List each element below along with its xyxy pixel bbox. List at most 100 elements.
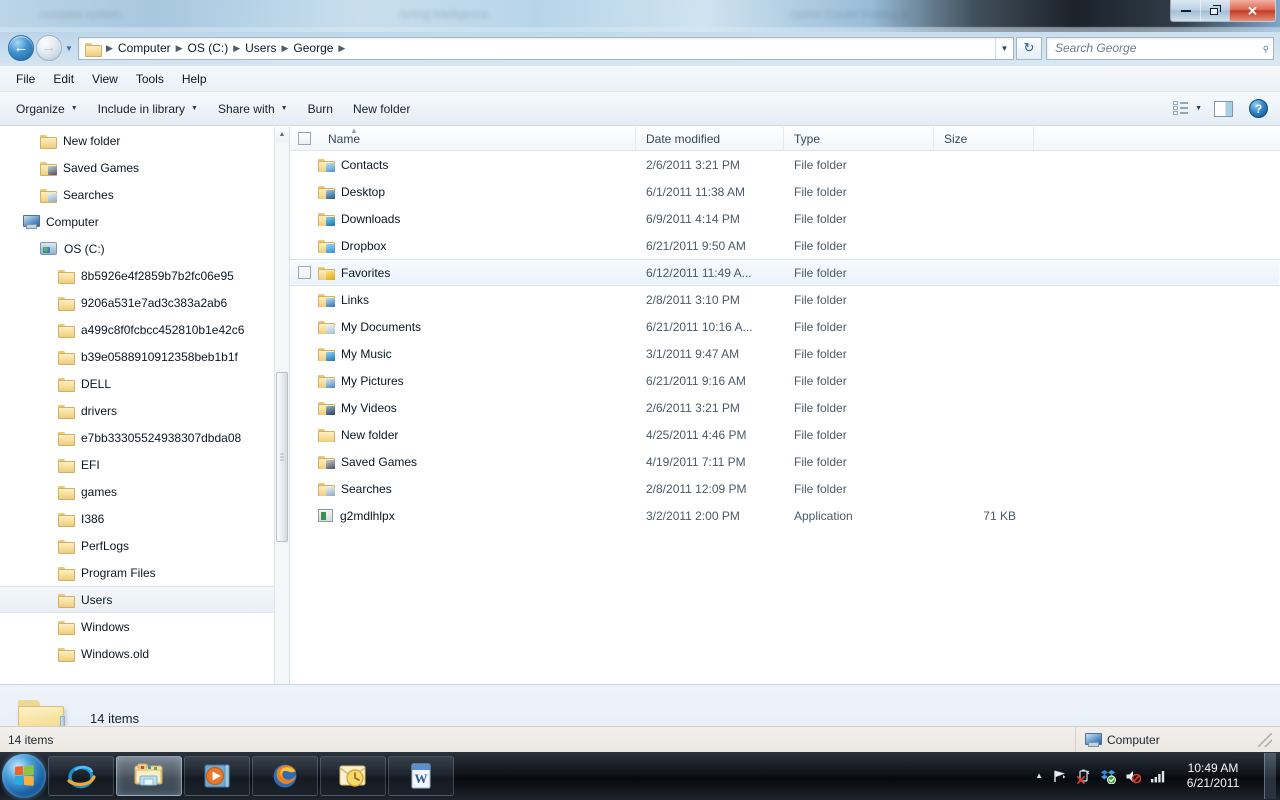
table-row[interactable]: My Documents6/21/2011 10:16 A...File fol… xyxy=(290,313,1280,340)
nav-item-efi[interactable]: EFI xyxy=(0,451,276,478)
nav-item-drivers[interactable]: drivers xyxy=(0,397,276,424)
nav-item-i386[interactable]: I386 xyxy=(0,505,276,532)
address-dropdown-icon[interactable]: ▼ xyxy=(995,38,1013,59)
folder-overlay-badge xyxy=(326,379,335,388)
navigation-scrollbar[interactable]: ▲ ▼ xyxy=(274,127,289,723)
nav-item-label: e7bb33305524938307dbda08 xyxy=(81,431,241,445)
forward-button[interactable]: → xyxy=(36,35,62,61)
scrollbar-thumb[interactable] xyxy=(276,372,288,542)
window-titlebar[interactable]: ✕ xyxy=(0,0,1280,30)
table-row[interactable]: My Pictures6/21/2011 9:16 AMFile folder xyxy=(290,367,1280,394)
file-list-pane: ▲ Name Date modified Type Size Contacts2… xyxy=(290,127,1280,723)
table-row[interactable]: g2mdlhlpx3/2/2011 2:00 PMApplication71 K… xyxy=(290,502,1280,529)
breadcrumb-item-os-c[interactable]: ▶ OS (C:) xyxy=(175,38,233,59)
menu-edit[interactable]: Edit xyxy=(45,69,82,89)
action-center-flag-icon[interactable] xyxy=(1052,769,1067,784)
network-signal-icon[interactable] xyxy=(1150,769,1166,783)
recent-locations-button[interactable]: ▼ xyxy=(62,44,76,53)
menu-tools[interactable]: Tools xyxy=(128,69,172,89)
view-dropdown-icon[interactable]: ▼ xyxy=(1193,105,1210,112)
show-desktop-button[interactable] xyxy=(1264,753,1276,799)
nav-item-a499c8f0fcbcc452810b1e42c6[interactable]: a499c8f0fcbcc452810b1e42c6 xyxy=(0,316,276,343)
taskbar-microsoft-word[interactable]: W xyxy=(388,756,454,796)
search-input[interactable]: Search George ⌕ xyxy=(1046,37,1274,60)
menu-view[interactable]: View xyxy=(84,69,126,89)
checkbox-icon[interactable] xyxy=(298,266,311,279)
change-view-icon[interactable] xyxy=(1172,101,1189,116)
nav-item-perflogs[interactable]: PerfLogs xyxy=(0,532,276,559)
taskbar-windows-media-player[interactable] xyxy=(184,756,250,796)
nav-item-searches[interactable]: Searches xyxy=(0,181,276,208)
organize-button[interactable]: Organize ▼ xyxy=(6,97,88,121)
window-controls: ✕ xyxy=(1170,0,1276,22)
help-icon[interactable]: ? xyxy=(1249,99,1268,118)
row-checkbox[interactable] xyxy=(290,266,318,279)
menu-help[interactable]: Help xyxy=(174,69,215,89)
taskbar-windows-explorer[interactable] xyxy=(116,756,182,796)
show-hidden-icons-button[interactable]: ▲ xyxy=(1035,772,1043,780)
breadcrumb-label: George xyxy=(289,41,337,55)
table-row[interactable]: Saved Games4/19/2011 7:11 PMFile folder xyxy=(290,448,1280,475)
breadcrumb[interactable]: ▶ Computer ▶ OS (C:) ▶ Users ▶ George ▶ … xyxy=(78,37,1014,60)
breadcrumb-item-computer[interactable]: ▶ Computer xyxy=(105,38,175,59)
column-header-size[interactable]: Size xyxy=(934,127,1034,151)
preview-pane-icon[interactable] xyxy=(1214,101,1233,117)
table-row[interactable]: Contacts2/6/2011 3:21 PMFile folder xyxy=(290,151,1280,178)
column-header-name[interactable]: Name xyxy=(318,127,636,151)
dropbox-tray-icon[interactable] xyxy=(1100,769,1116,784)
burn-button[interactable]: Burn xyxy=(298,97,343,121)
minimize-button[interactable] xyxy=(1171,0,1200,21)
nav-item-new-folder[interactable]: New folder xyxy=(0,127,276,154)
table-row[interactable]: Dropbox6/21/2011 9:50 AMFile folder xyxy=(290,232,1280,259)
column-header-type[interactable]: Type xyxy=(784,127,934,151)
nav-item-8b5926e4f2859b7b2fc06e95[interactable]: 8b5926e4f2859b7b2fc06e95 xyxy=(0,262,276,289)
refresh-button[interactable]: ↻ xyxy=(1016,37,1042,60)
table-row[interactable]: Favorites6/12/2011 11:49 A...File folder xyxy=(290,259,1280,286)
cell-name: Downloads xyxy=(318,212,636,226)
breadcrumb-item-george[interactable]: ▶ George ▶ xyxy=(280,38,346,59)
clock-date: 6/21/2011 xyxy=(1181,776,1245,791)
start-button[interactable] xyxy=(2,754,46,798)
taskbar-clock[interactable]: 10:49 AM 6/21/2011 xyxy=(1175,761,1255,791)
cell-type: File folder xyxy=(784,266,934,280)
nav-item-windows[interactable]: Windows xyxy=(0,613,276,640)
include-in-library-button[interactable]: Include in library ▼ xyxy=(88,97,208,121)
column-header-date-modified[interactable]: Date modified xyxy=(636,127,784,151)
file-name-label: My Pictures xyxy=(341,374,404,388)
back-button[interactable]: ← xyxy=(8,35,34,61)
nav-item-os-c-[interactable]: OS (C:) xyxy=(0,235,276,262)
nav-item-program-files[interactable]: Program Files xyxy=(0,559,276,586)
table-row[interactable]: New folder4/25/2011 4:46 PMFile folder xyxy=(290,421,1280,448)
nav-item-computer[interactable]: Computer xyxy=(0,208,276,235)
battery-icon[interactable] xyxy=(1076,769,1091,784)
table-row[interactable]: Searches2/8/2011 12:09 PMFile folder xyxy=(290,475,1280,502)
nav-item-saved-games[interactable]: Saved Games xyxy=(0,154,276,181)
close-button[interactable]: ✕ xyxy=(1229,0,1275,21)
breadcrumb-item-users[interactable]: ▶ Users xyxy=(232,38,280,59)
table-row[interactable]: My Music3/1/2011 9:47 AMFile folder xyxy=(290,340,1280,367)
menu-file[interactable]: File xyxy=(8,69,43,89)
nav-item-9206a531e7ad3c383a2ab6[interactable]: 9206a531e7ad3c383a2ab6 xyxy=(0,289,276,316)
taskbar-microsoft-outlook[interactable] xyxy=(320,756,386,796)
resize-grip-icon[interactable] xyxy=(1258,733,1272,747)
nav-item-b39e0588910912358beb1b1f[interactable]: b39e0588910912358beb1b1f xyxy=(0,343,276,370)
restore-button[interactable] xyxy=(1200,0,1229,21)
share-with-button[interactable]: Share with ▼ xyxy=(208,97,298,121)
nav-item-users[interactable]: Users xyxy=(0,586,276,613)
new-folder-button[interactable]: New folder xyxy=(343,97,420,121)
nav-item-windows-old[interactable]: Windows.old xyxy=(0,640,276,667)
nav-item-games[interactable]: games xyxy=(0,478,276,505)
breadcrumb-label: OS (C:) xyxy=(184,41,233,55)
table-row[interactable]: My Videos2/6/2011 3:21 PMFile folder xyxy=(290,394,1280,421)
table-row[interactable]: Desktop6/1/2011 11:38 AMFile folder xyxy=(290,178,1280,205)
taskbar-internet-explorer[interactable] xyxy=(48,756,114,796)
nav-item-dell[interactable]: DELL xyxy=(0,370,276,397)
file-name-label: Searches xyxy=(341,482,392,496)
table-row[interactable]: Links2/8/2011 3:10 PMFile folder xyxy=(290,286,1280,313)
table-row[interactable]: Downloads6/9/2011 4:14 PMFile folder xyxy=(290,205,1280,232)
volume-muted-icon[interactable] xyxy=(1125,769,1141,784)
scroll-up-button[interactable]: ▲ xyxy=(275,127,289,142)
nav-item-e7bb33305524938307dbda08[interactable]: e7bb33305524938307dbda08 xyxy=(0,424,276,451)
taskbar-mozilla-firefox[interactable] xyxy=(252,756,318,796)
select-all-checkbox[interactable] xyxy=(290,127,318,151)
